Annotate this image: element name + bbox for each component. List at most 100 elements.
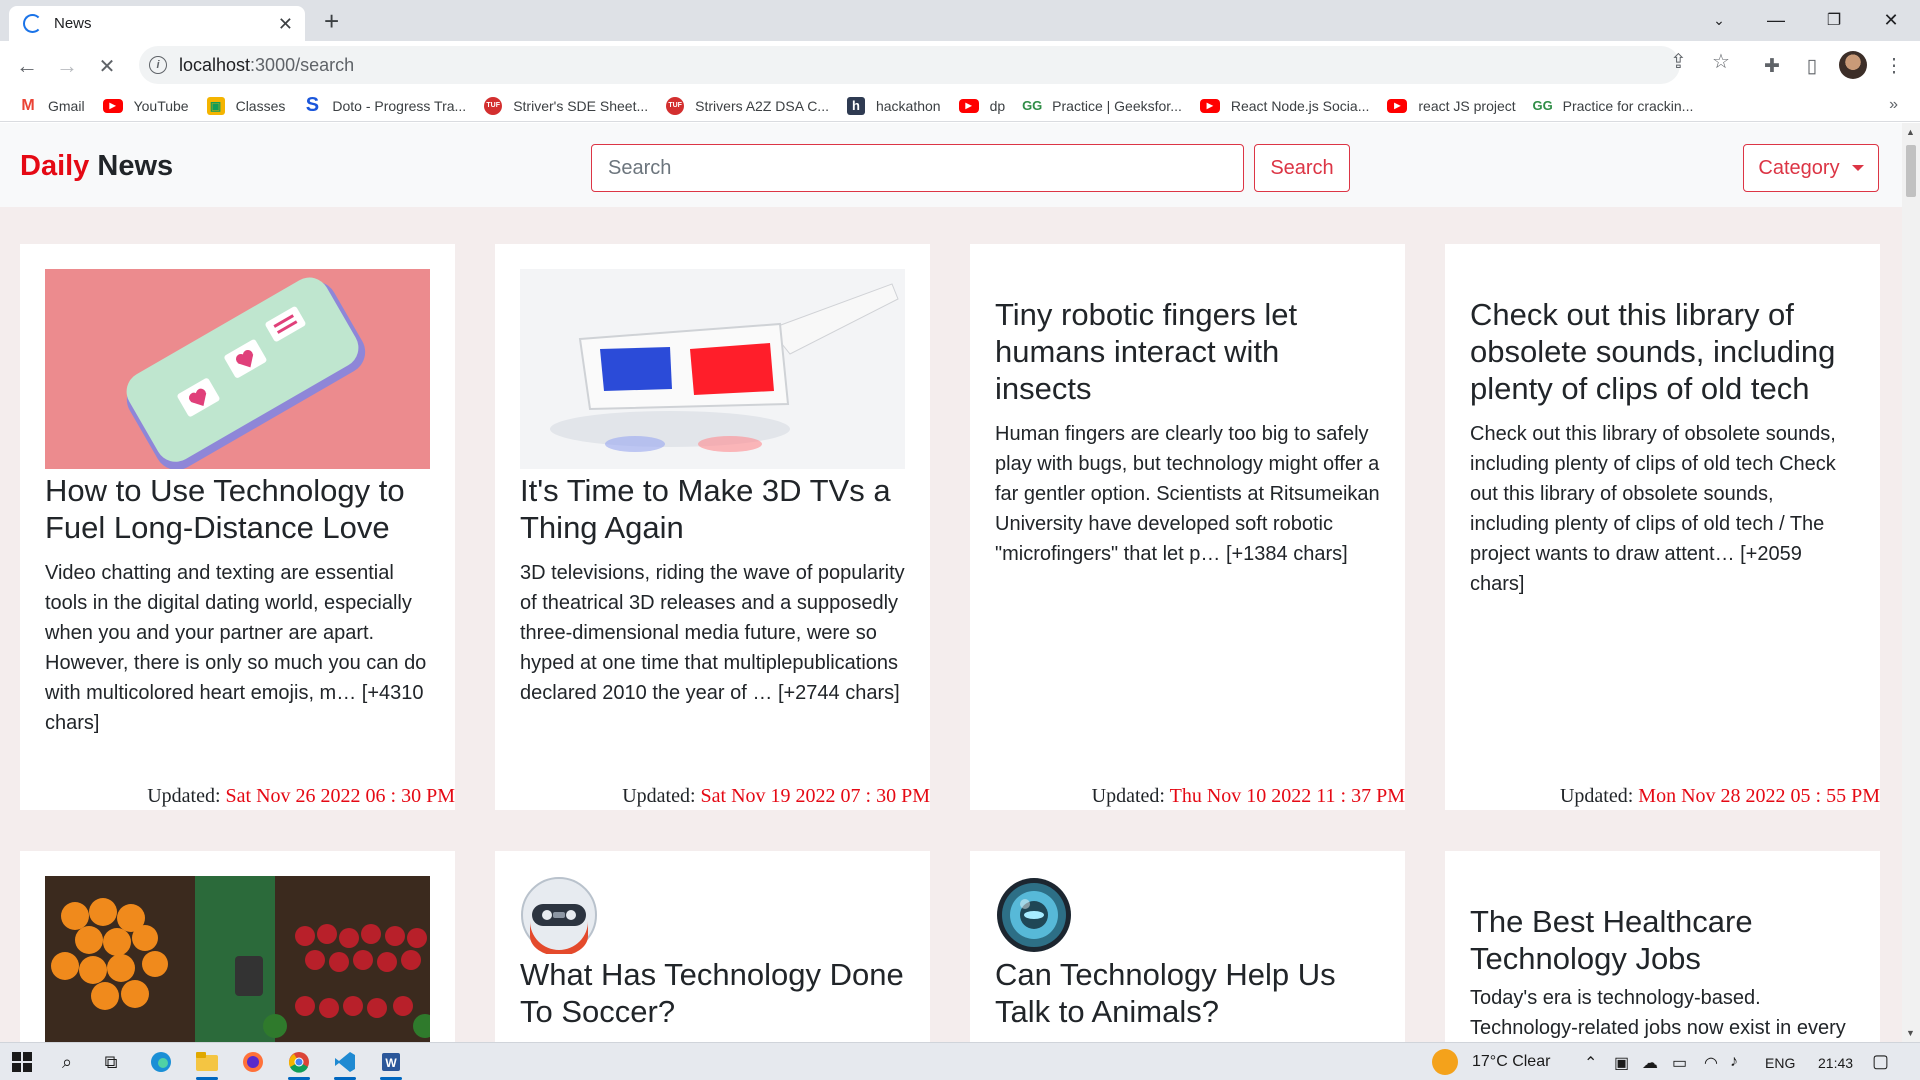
bookmark-gmail[interactable]: M Gmail [19,96,84,115]
clock-time[interactable]: 21:43 [1818,1055,1853,1071]
share-icon[interactable]: ⇪ [1670,49,1687,74]
classroom-icon: ▣ [206,96,225,115]
article-title[interactable]: Can Technology Help Us Talk to Animals? [995,956,1380,1030]
article-title[interactable]: Tiny robotic fingers let humans interact… [995,296,1380,407]
windows-taskbar: ⌕ ⧉ W 17°C Clear ⌃ ▣ ☁ ▭ ◠ ♪ ENG 21:43 ▢ [0,1042,1920,1080]
site-navbar: Daily News Search Category [0,123,1902,207]
article-title[interactable]: What Has Technology Done To Soccer? [520,956,905,1030]
page-scrollbar[interactable]: ▲ ▼ [1902,123,1920,1042]
brand-logo[interactable]: Daily News [20,150,173,183]
news-card[interactable]: Can Technology Help Us Talk to Animals? [970,851,1405,1042]
notifications-icon[interactable]: ▢ [1872,1051,1889,1072]
article-description: Video chatting and texting are essential… [45,562,427,734]
news-card[interactable] [20,851,455,1042]
site-info-icon[interactable]: i [149,56,167,74]
browser-tab[interactable]: News ✕ [9,6,305,41]
firefox-icon[interactable] [238,1047,268,1077]
news-card[interactable]: The Best Healthcare Technology Jobs Toda… [1445,851,1880,1042]
news-card[interactable]: It's Time to Make 3D TVs a Thing Again 3… [495,244,930,810]
bookmark-classes[interactable]: ▣ Classes [206,96,285,115]
article-image-market-produce [45,876,430,1042]
weather-icon[interactable] [1432,1049,1458,1075]
bookmark-striver-sde[interactable]: TUF Striver's SDE Sheet... [484,96,648,115]
vscode-icon[interactable] [330,1047,360,1080]
article-updated: Updated: Thu Nov 10 2022 11 : 37 PM [1091,785,1405,807]
profile-avatar[interactable] [1839,51,1867,79]
bookmarks-overflow-icon[interactable]: » [1889,96,1898,114]
bookmark-gfg-cracking[interactable]: GG Practice for crackin... [1532,97,1694,115]
windows-start-icon[interactable] [7,1047,37,1077]
article-description: Check out this library of obsolete sound… [1470,423,1836,595]
word-icon[interactable]: W [376,1047,406,1080]
bookmark-doto[interactable]: S Doto - Progress Tra... [303,94,467,116]
close-tab-icon[interactable]: ✕ [278,15,293,33]
onedrive-icon[interactable]: ☁ [1642,1053,1658,1073]
bookmark-striver-a2z[interactable]: TUF Strivers A2Z DSA C... [666,96,829,115]
article-title[interactable]: It's Time to Make 3D TVs a Thing Again [520,472,905,546]
tab-search-icon[interactable]: ⌄ [1690,0,1748,40]
news-card[interactable]: Tiny robotic fingers let humans interact… [970,244,1405,810]
news-card[interactable]: How to Use Technology to Fuel Long-Dista… [20,244,455,810]
gmail-icon: M [21,96,35,114]
article-description: Human fingers are clearly too big to saf… [995,423,1380,565]
battery-icon[interactable]: ▭ [1672,1053,1687,1073]
restore-icon[interactable]: ❐ [1805,0,1863,40]
address-bar[interactable]: i localhost:3000/search [139,46,1680,84]
bookmark-gfg-practice[interactable]: GG Practice | Geeksfor... [1022,97,1182,115]
scroll-up-icon[interactable]: ▲ [1906,127,1915,137]
search-icon[interactable]: ⌕ [52,1047,82,1077]
search-button[interactable]: Search [1254,144,1350,192]
bookmark-star-icon[interactable]: ☆ [1712,49,1730,74]
volume-icon[interactable]: ♪ [1730,1053,1738,1071]
wifi-icon[interactable]: ◠ [1704,1053,1718,1073]
chrome-icon[interactable] [284,1047,314,1080]
scroll-down-icon[interactable]: ▼ [1906,1028,1915,1038]
loading-spinner-icon [23,14,42,33]
article-image-3d-glasses [520,269,905,469]
article-image-robot-eye [995,876,1073,954]
file-explorer-icon[interactable] [192,1047,222,1080]
weather-text[interactable]: 17°C Clear [1472,1053,1550,1071]
category-dropdown-button[interactable]: Category [1743,144,1879,192]
card-body: What Has Technology Done To Soccer? [520,956,905,1030]
youtube-icon: ▶ [1387,98,1408,113]
task-view-icon[interactable]: ⧉ [96,1047,126,1077]
bookmarks-bar: M Gmail ▶ YouTube ▣ Classes S Doto - Progres… [0,90,1920,122]
back-icon[interactable]: ← [12,51,42,81]
side-panel-icon[interactable]: ▯ [1800,54,1824,78]
forward-icon[interactable]: → [52,51,82,81]
menu-kebab-icon[interactable]: ⋮ [1882,54,1906,78]
article-title[interactable]: Check out this library of obsolete sound… [1470,296,1855,407]
new-tab-icon[interactable]: + [324,6,339,36]
stop-loading-icon[interactable]: ✕ [92,51,122,81]
article-date: Sat Nov 26 2022 06 : 30 PM [225,785,455,807]
tab-title: News [54,15,92,32]
article-title[interactable]: The Best Healthcare Technology Jobs [1470,903,1855,977]
youtube-icon: ▶ [102,98,123,113]
bookmark-youtube[interactable]: ▶ YouTube [102,98,189,114]
extensions-icon[interactable]: ✚ [1760,54,1784,78]
scrollbar-thumb[interactable] [1906,145,1916,197]
tab-strip: News ✕ + ⌄ — ❐ ✕ [0,0,1920,41]
bookmark-hackathon[interactable]: h hackathon [846,96,941,115]
article-date: Mon Nov 28 2022 05 : 55 PM [1638,785,1880,807]
gfg-icon: GG [1532,98,1553,113]
card-body: Can Technology Help Us Talk to Animals? [995,956,1380,1030]
bookmark-dp[interactable]: ▶ dp [958,98,1005,114]
edge-icon[interactable] [146,1047,176,1077]
search-input[interactable] [591,144,1244,192]
minimize-icon[interactable]: — [1747,0,1805,40]
article-description: 3D televisions, riding the wave of popul… [520,562,905,704]
article-date: Sat Nov 19 2022 07 : 30 PM [700,785,930,807]
language-indicator[interactable]: ENG [1765,1055,1795,1071]
meet-icon[interactable]: ▣ [1614,1053,1629,1073]
article-updated: Updated: Sat Nov 19 2022 07 : 30 PM [622,785,930,807]
tray-overflow-icon[interactable]: ⌃ [1584,1053,1597,1073]
article-title[interactable]: How to Use Technology to Fuel Long-Dista… [45,472,430,546]
page-viewport: Daily News Search Category How to Use Te… [0,123,1902,1042]
bookmark-react-project[interactable]: ▶ react JS project [1387,98,1516,114]
news-card[interactable]: Check out this library of obsolete sound… [1445,244,1880,810]
close-window-icon[interactable]: ✕ [1862,0,1920,40]
bookmark-react-node[interactable]: ▶ React Node.js Socia... [1199,98,1369,114]
news-card[interactable]: What Has Technology Done To Soccer? [495,851,930,1042]
